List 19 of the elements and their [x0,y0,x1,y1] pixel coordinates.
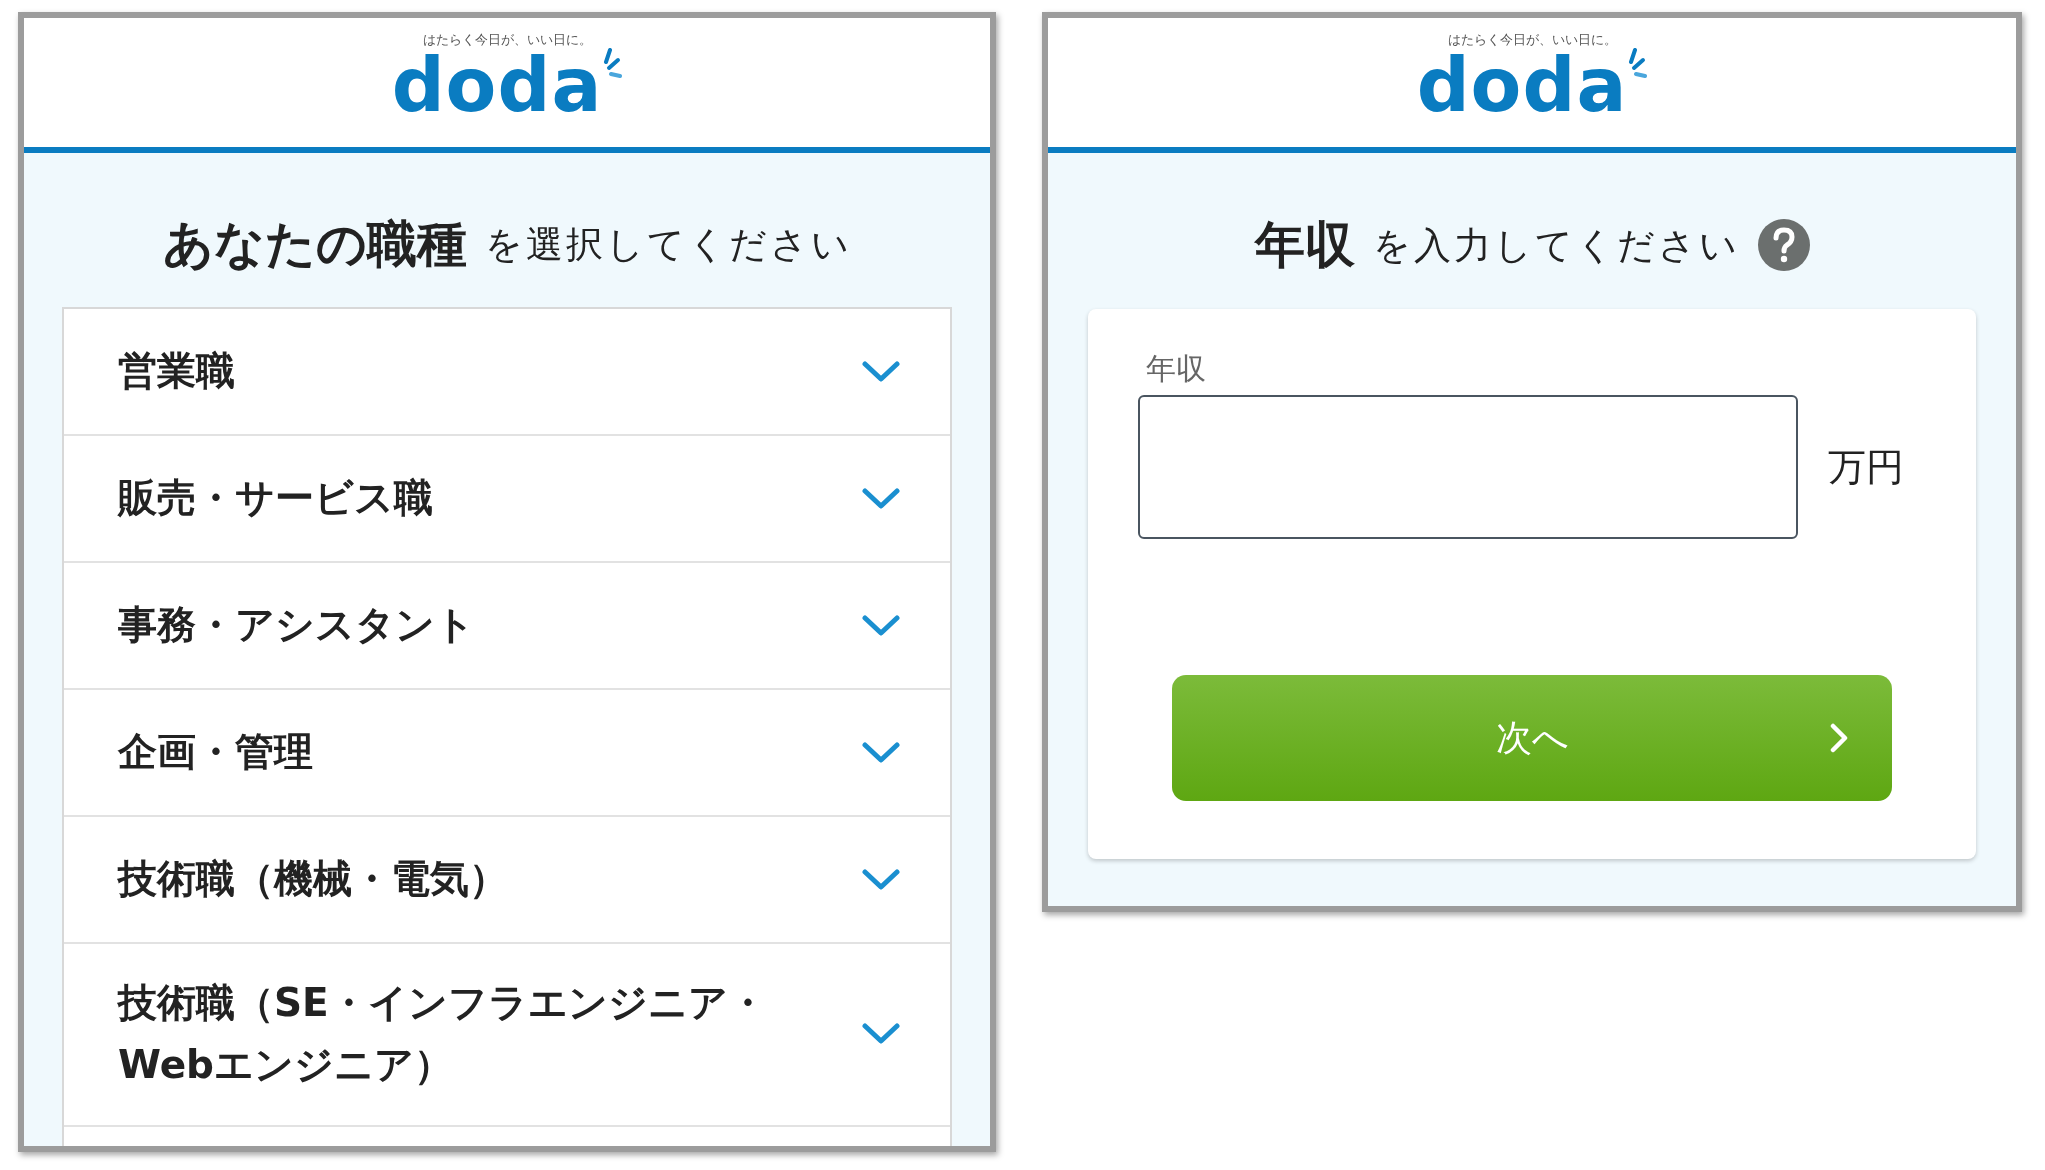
field-label: 年収 [1146,351,1207,387]
job-category-row[interactable]: 事務・アシスタント [64,563,950,690]
salary-input-field[interactable] [1138,395,1798,539]
tagline: はたらく今日が、いい日に。 [1447,32,1617,48]
heading-subtitle: を入力してください [1372,226,1740,264]
heading-subtitle: を選択してください [484,225,852,263]
job-category-row[interactable]: 販売・サービス職 [64,436,950,563]
job-category-row[interactable]: 企画・管理 [64,690,950,817]
tagline: はたらく今日が、いい日に。 [422,32,592,48]
logo-text: doda [391,47,603,122]
unit-label: 万円 [1828,443,1904,491]
logo-text: doda [1416,47,1628,122]
heading-title: 年収 [1254,220,1355,270]
heading-title: あなたの職種 [162,219,467,269]
job-category-row[interactable]: 技術職（SE・インフラエンジニア・Webエンジニア） [64,944,950,1127]
chevron-right-icon [1830,723,1848,753]
job-category-row[interactable]: 技術職（機械・電気） [64,817,950,944]
job-category-row[interactable]: 営業職 [64,309,950,436]
help-icon[interactable] [1757,219,1810,271]
